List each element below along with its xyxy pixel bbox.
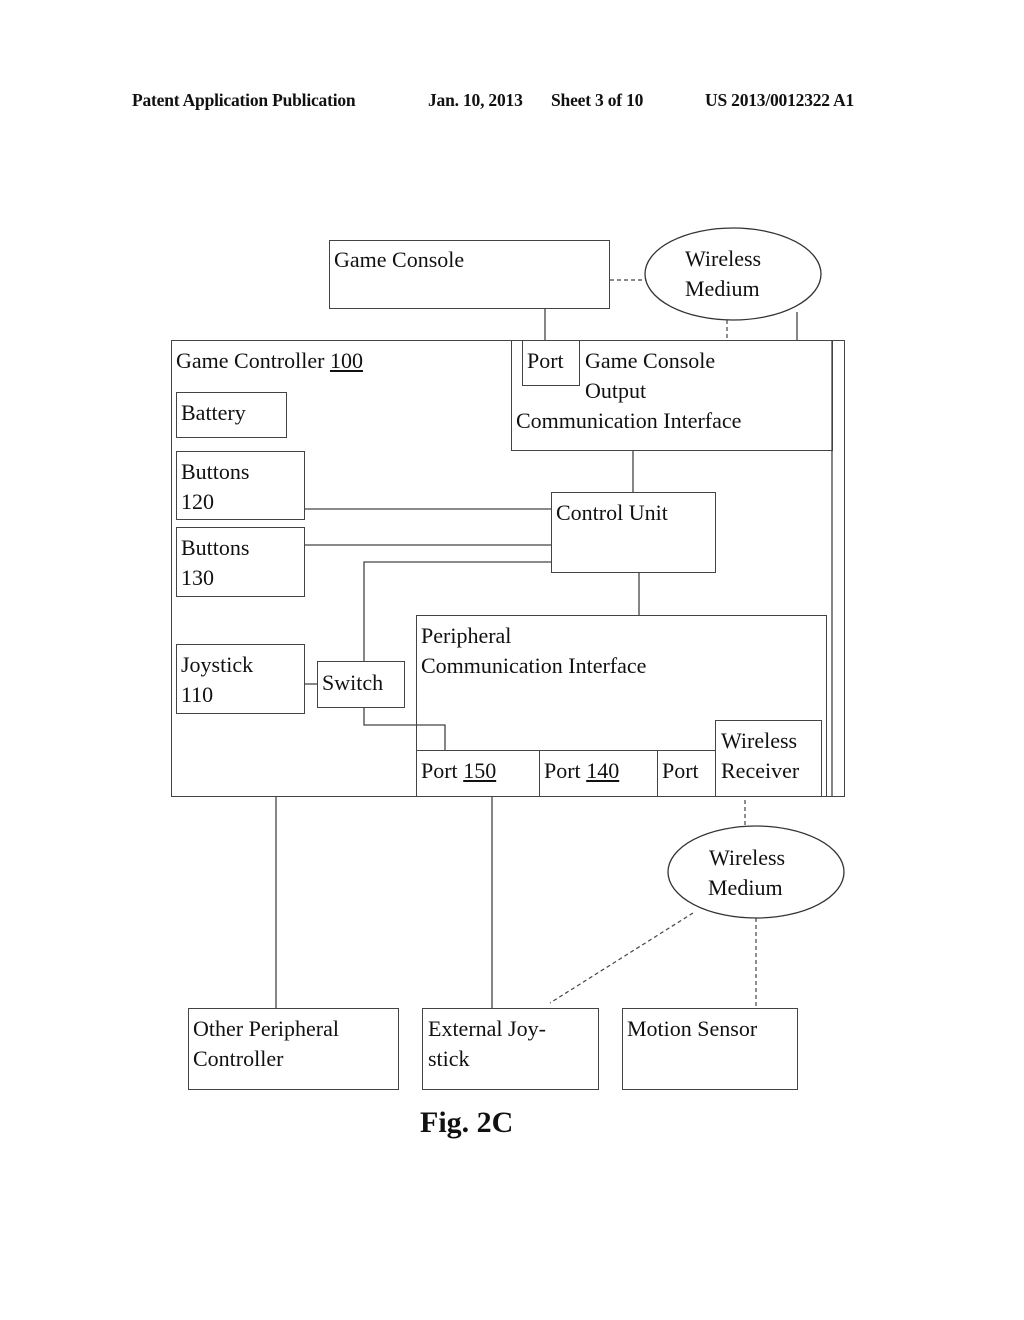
wireless-receiver-line1: Wireless [721, 728, 798, 753]
battery-label: Battery [181, 400, 246, 425]
motion-sensor-label: Motion Sensor [627, 1016, 758, 1041]
output-interface-line2: Output [585, 378, 647, 403]
joystick-110-box: Joystick 110 [176, 644, 305, 714]
motion-sensor-box: Motion Sensor [622, 1008, 798, 1090]
output-port-box: Port [522, 340, 580, 386]
battery-box: Battery [176, 392, 287, 438]
other-peripheral-line2: Controller [193, 1046, 284, 1071]
port-150-label: Port 150 [421, 758, 497, 783]
game-controller-ref: 100 [329, 348, 363, 373]
switch-box: Switch [317, 661, 405, 708]
wireless-medium-bottom-line1: Wireless [709, 845, 786, 870]
external-joystick-line2: stick [428, 1046, 470, 1071]
port-plain-box: Port [657, 750, 716, 797]
buttons-120-box: Buttons 120 [176, 451, 305, 520]
control-unit-label: Control Unit [556, 500, 668, 525]
joystick-110-line2: 110 [181, 682, 214, 707]
port-140-box: Port 140 [539, 750, 658, 797]
control-unit-box: Control Unit [551, 492, 716, 573]
output-port-label: Port [527, 348, 564, 373]
port-150-ref: 150 [463, 758, 497, 783]
output-interface-line1: Game Console [585, 348, 716, 373]
wireless-link-external-joystick [549, 912, 694, 1004]
external-joystick-box: External Joy- stick [422, 1008, 599, 1090]
figure-label: Fig. 2C [420, 1106, 514, 1139]
joystick-110-line1: Joystick [181, 652, 254, 677]
buttons-130-line1: Buttons [181, 535, 250, 560]
game-controller-label: Game Controller 100 [176, 348, 363, 373]
wireless-receiver-box: Wireless Receiver [715, 720, 822, 797]
peripheral-interface-line1: Peripheral [421, 623, 512, 648]
buttons-120-line2: 120 [181, 489, 214, 514]
wireless-medium-top-line1: Wireless [685, 246, 762, 271]
port-140-label: Port 140 [544, 758, 620, 783]
external-joystick-line1: External Joy- [428, 1016, 546, 1041]
port-140-ref: 140 [586, 758, 620, 783]
port-150-box: Port 150 [416, 750, 540, 797]
wireless-receiver-line2: Receiver [721, 758, 800, 783]
wireless-medium-bottom-line2: Medium [708, 875, 783, 900]
game-console-label: Game Console [334, 247, 465, 272]
wireless-medium-top-line2: Medium [685, 276, 760, 301]
port-plain-label: Port [662, 758, 699, 783]
buttons-130-line2: 130 [181, 565, 214, 590]
switch-label: Switch [322, 670, 384, 695]
buttons-120-line1: Buttons [181, 459, 250, 484]
output-interface-line3: Communication Interface [516, 408, 742, 433]
buttons-130-box: Buttons 130 [176, 527, 305, 597]
other-peripheral-line1: Other Peripheral [193, 1016, 339, 1041]
other-peripheral-controller-box: Other Peripheral Controller [188, 1008, 399, 1090]
peripheral-interface-line2: Communication Interface [421, 653, 647, 678]
game-console-box: Game Console [329, 240, 610, 309]
